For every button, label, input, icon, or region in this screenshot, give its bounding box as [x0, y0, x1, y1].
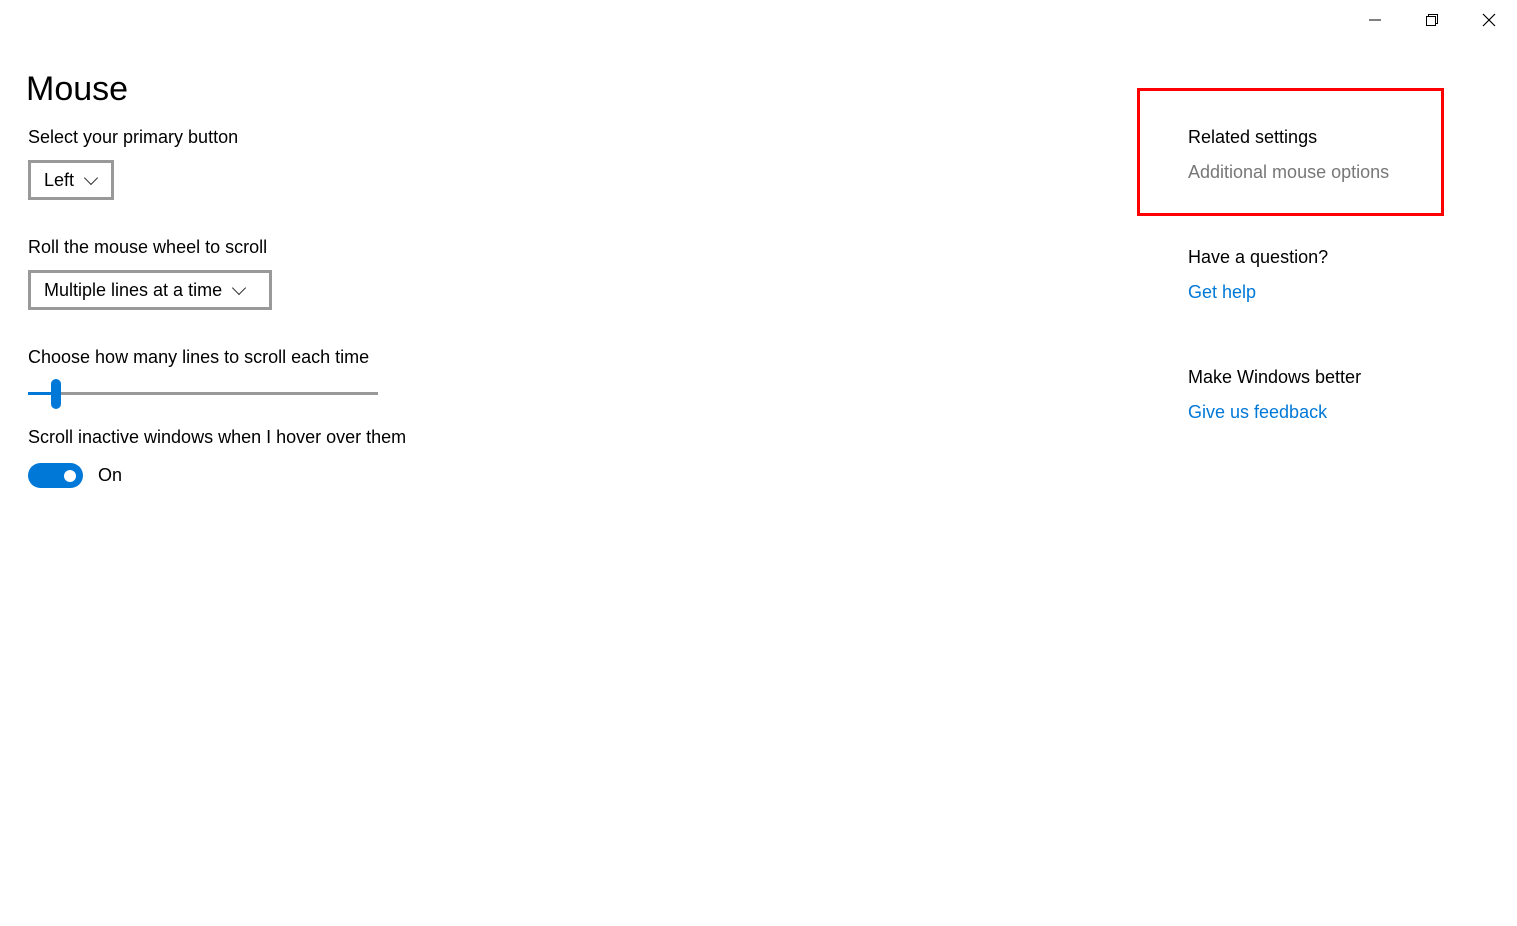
primary-button-dropdown[interactable]: Left: [28, 160, 114, 200]
close-button[interactable]: [1474, 8, 1504, 32]
wheel-scroll-label: Roll the mouse wheel to scroll: [28, 237, 268, 257]
lines-slider-label: Choose how many lines to scroll each tim…: [28, 347, 370, 367]
wheel-scroll-dropdown[interactable]: Multiple lines at a time: [28, 270, 272, 310]
minimize-icon: [1369, 19, 1381, 21]
slider-thumb[interactable]: [51, 379, 61, 409]
get-help-link[interactable]: Get help: [1188, 282, 1256, 303]
page-title: Mouse: [26, 70, 129, 108]
restore-button[interactable]: [1417, 8, 1447, 32]
related-settings-heading: Related settings: [1188, 127, 1318, 147]
toggle-state: On: [98, 465, 123, 485]
primary-button-label: Select your primary button: [28, 127, 239, 147]
question-heading: Have a question?: [1188, 247, 1329, 267]
chevron-down-icon: [83, 170, 99, 185]
dropdown-value: Left: [44, 169, 75, 190]
additional-mouse-options-link[interactable]: Additional mouse options: [1188, 162, 1389, 183]
dropdown-value: Multiple lines at a time: [44, 279, 223, 300]
chevron-down-icon: [232, 280, 247, 295]
restore-icon: [1426, 14, 1438, 26]
inactive-scroll-label: Scroll inactive windows when I hover ove…: [28, 427, 407, 447]
lines-slider[interactable]: [28, 379, 378, 409]
close-icon: [1482, 13, 1496, 27]
feedback-heading: Make Windows better: [1188, 367, 1362, 387]
minimize-button[interactable]: [1360, 8, 1390, 32]
toggle-knob: [64, 470, 76, 482]
give-feedback-link[interactable]: Give us feedback: [1188, 402, 1327, 423]
highlight-box: [1137, 88, 1444, 216]
inactive-scroll-toggle[interactable]: [28, 463, 83, 488]
